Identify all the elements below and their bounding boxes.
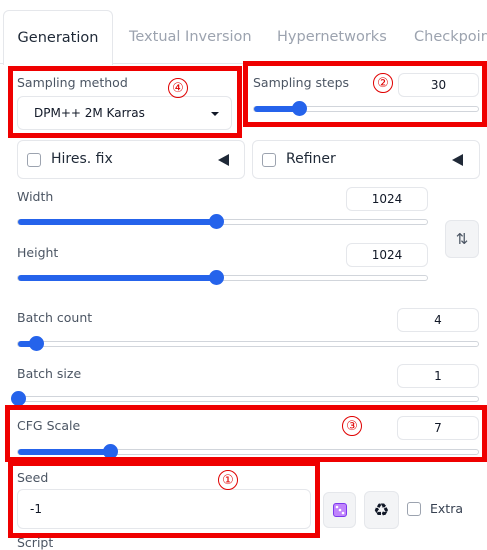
recycle-icon: ♻	[373, 499, 390, 521]
tab-label: Checkpoints	[414, 29, 487, 45]
slider-thumb[interactable]	[209, 214, 225, 229]
refiner-label: Refiner	[286, 151, 336, 167]
reuse-seed-button[interactable]: ♻	[364, 491, 399, 529]
refiner-accordion[interactable]: Refiner	[252, 140, 480, 179]
batch-count-label: Batch count	[17, 310, 93, 325]
height-label: Height	[17, 245, 59, 260]
annotation-box-cfg-scale	[5, 405, 487, 462]
width-label: Width	[17, 189, 54, 204]
extra-label: Extra	[430, 501, 463, 516]
height-slider[interactable]	[17, 270, 428, 285]
caret-left-icon	[218, 154, 229, 166]
tab-label: Generation	[17, 30, 99, 46]
batch-size-label: Batch size	[17, 366, 82, 381]
swap-vertical-icon: ⇅	[455, 230, 469, 248]
dice-icon	[332, 503, 347, 517]
batch-count-slider[interactable]	[17, 336, 479, 351]
height-input[interactable]: 1024	[346, 243, 428, 267]
slider-fill	[18, 219, 217, 225]
annotation-box-sampling-method	[8, 66, 242, 138]
slider-fill	[18, 275, 217, 281]
refiner-checkbox[interactable]	[262, 153, 276, 167]
slider-thumb[interactable]	[209, 270, 225, 285]
tab-label: Textual Inversion	[129, 29, 252, 45]
slider-thumb[interactable]	[29, 336, 45, 351]
hires-fix-checkbox[interactable]	[27, 153, 41, 167]
batch-size-slider[interactable]	[11, 391, 479, 406]
tab-bar: Generation Textual Inversion Hypernetwor…	[0, 0, 487, 65]
tab-textual-inversion[interactable]: Textual Inversion	[129, 10, 252, 64]
random-seed-button[interactable]	[323, 492, 356, 528]
tab-divider	[0, 63, 3, 64]
tab-checkpoints[interactable]: Checkpoints	[414, 10, 487, 64]
extra-checkbox[interactable]	[407, 502, 421, 516]
annotation-box-seed	[8, 461, 320, 538]
hires-fix-accordion[interactable]: Hires. fix	[17, 140, 245, 179]
annotation-number-4: ④	[168, 78, 188, 98]
annotation-number-3: ③	[342, 416, 362, 436]
annotation-number-2: ②	[373, 73, 393, 93]
tab-label: Hypernetworks	[277, 29, 387, 45]
swap-dimensions-button[interactable]: ⇅	[445, 220, 479, 258]
hires-fix-label: Hires. fix	[51, 151, 113, 167]
batch-count-input[interactable]: 4	[397, 308, 479, 332]
width-slider[interactable]	[17, 214, 428, 229]
slider-thumb[interactable]	[11, 391, 26, 406]
width-input[interactable]: 1024	[346, 187, 428, 211]
caret-left-icon	[452, 154, 463, 166]
tab-generation[interactable]: Generation	[3, 10, 113, 65]
annotation-number-1: ①	[218, 470, 238, 490]
script-label: Script	[17, 535, 54, 550]
batch-size-input[interactable]: 1	[397, 364, 479, 388]
annotation-box-sampling-steps	[243, 61, 487, 127]
tab-hypernetworks[interactable]: Hypernetworks	[277, 10, 387, 64]
